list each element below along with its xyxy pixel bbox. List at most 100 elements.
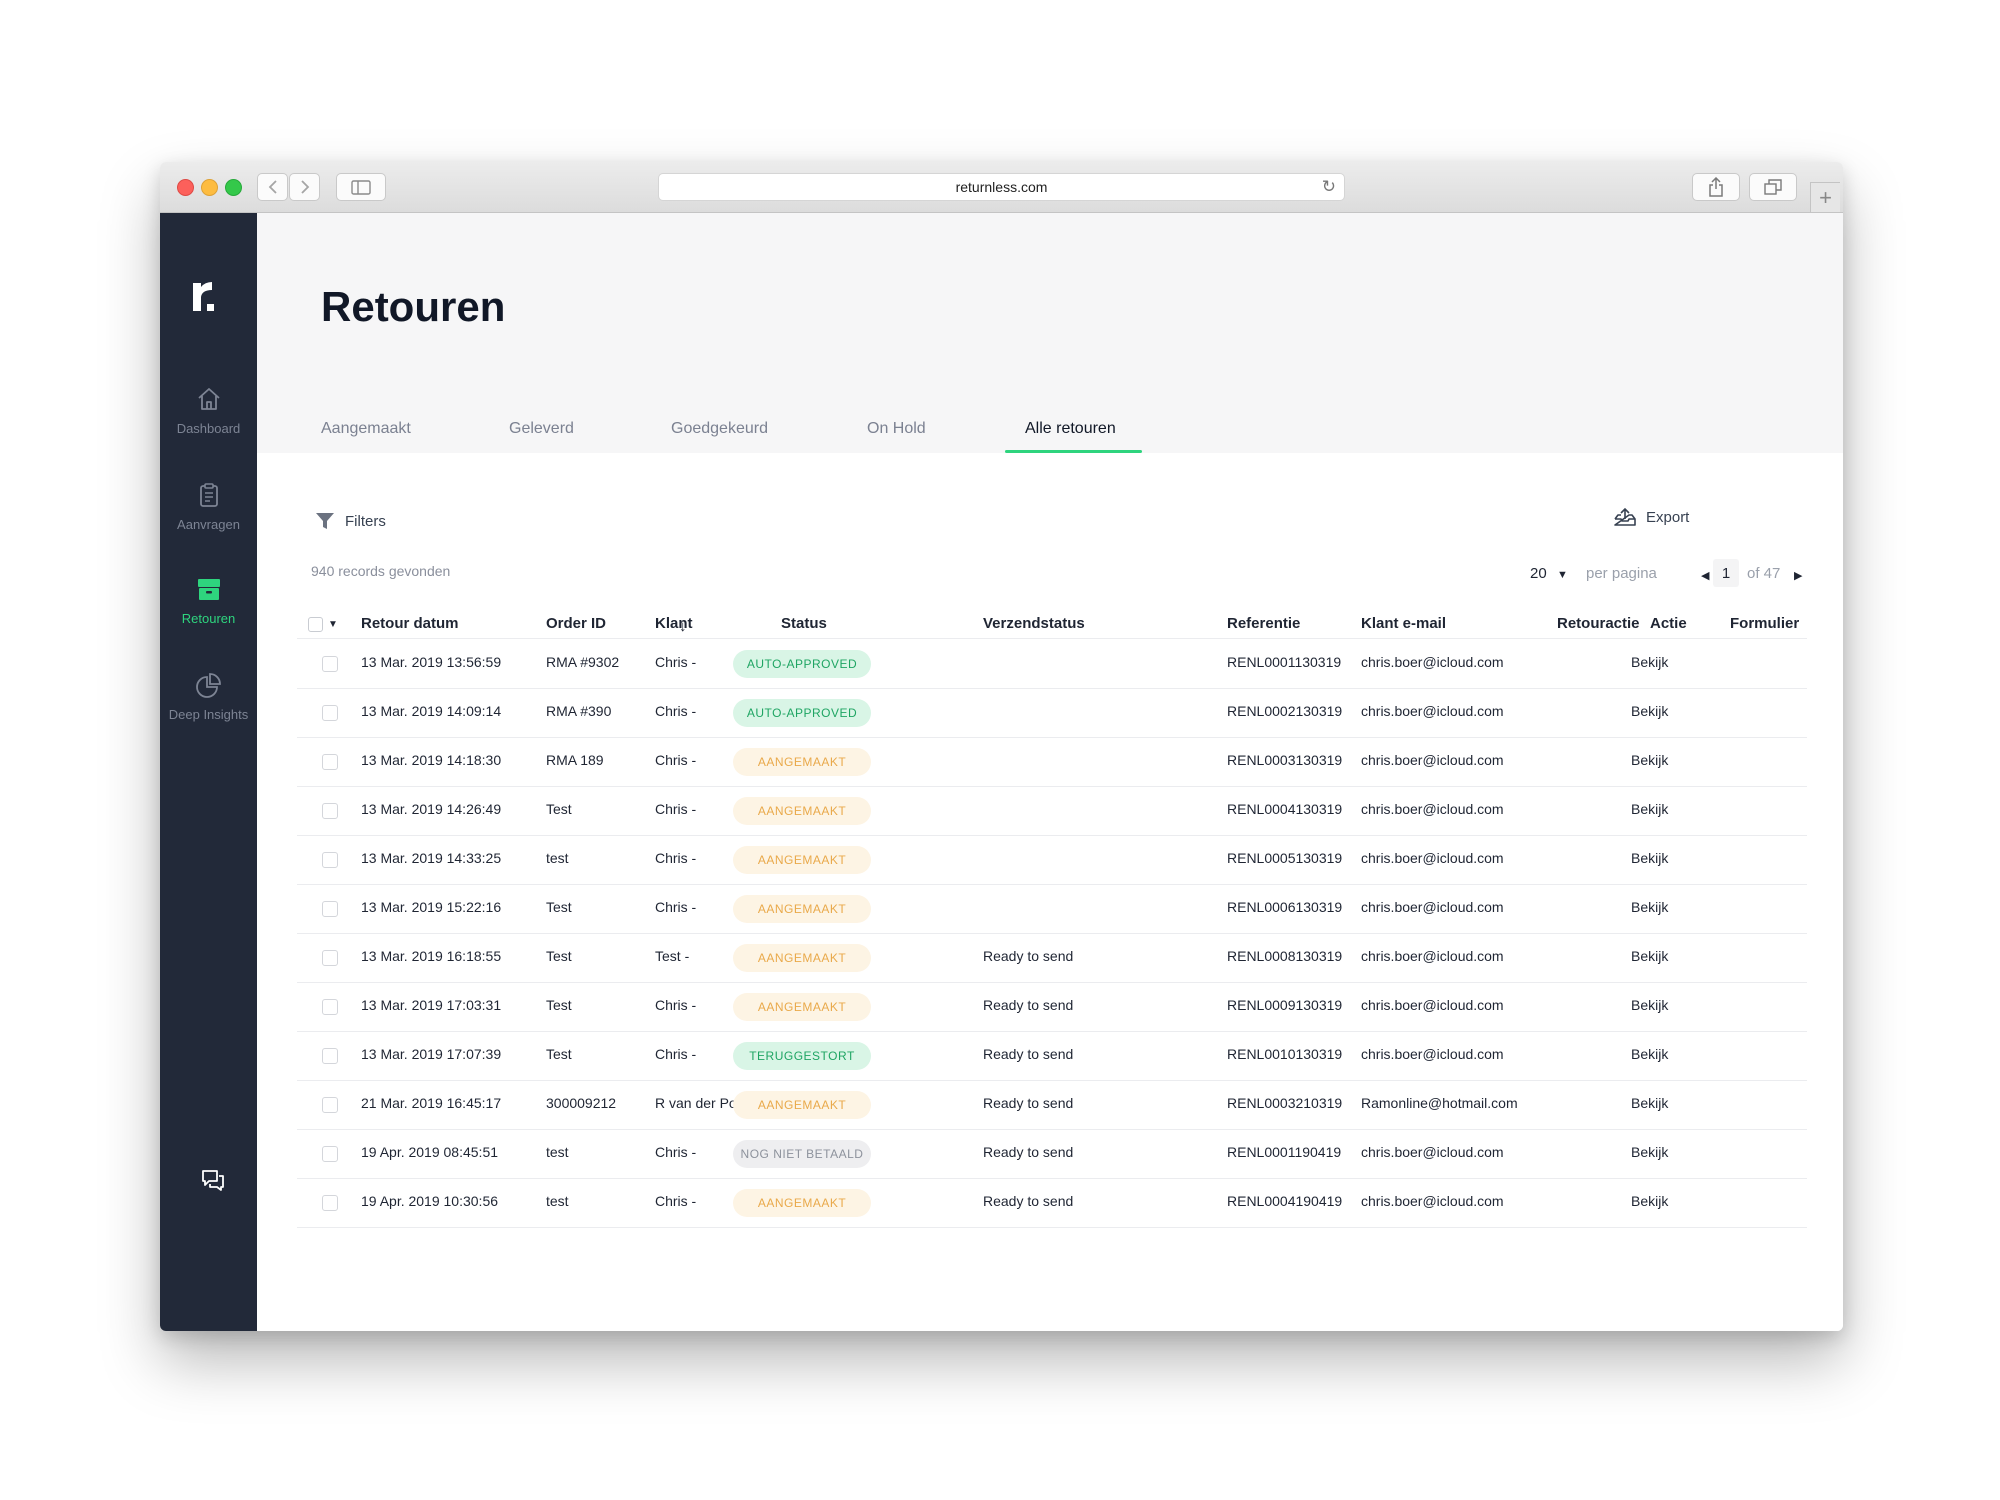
sidebar-item-label: Deep Insights <box>168 707 249 722</box>
tab-geleverd[interactable]: Geleverd <box>509 420 574 438</box>
row-checkbox[interactable] <box>322 950 338 966</box>
page-total: of 47 <box>1747 565 1781 582</box>
current-page-input[interactable]: 1 <box>1713 559 1739 587</box>
table-row[interactable]: 13 Mar. 2019 14:26:49 Test Chris - RENL0004… <box>297 786 1807 836</box>
sidebar-item-dashboard[interactable]: Dashboard <box>160 385 257 436</box>
table-row[interactable]: 13 Mar. 2019 17:07:39 Test Chris - Ready to… <box>297 1031 1807 1081</box>
cell-shipping-status: Ready to send <box>983 1193 1074 1209</box>
row-checkbox[interactable] <box>322 803 338 819</box>
table-row[interactable]: 13 Mar. 2019 13:56:59 RMA #9302 Chris - REN… <box>297 639 1807 689</box>
column-header-email[interactable]: Klant e-mail <box>1361 615 1446 632</box>
column-header-form[interactable]: Formulier <box>1730 615 1799 632</box>
view-link[interactable]: Bekijk <box>1631 997 1668 1013</box>
table-row[interactable]: 13 Mar. 2019 17:03:31 Test Chris - Ready to… <box>297 982 1807 1032</box>
column-header-order[interactable]: Order ID <box>546 615 606 632</box>
export-label: Export <box>1646 508 1690 526</box>
active-tab-indicator <box>1005 450 1142 453</box>
view-link[interactable]: Bekijk <box>1631 703 1668 719</box>
cell-date: 13 Mar. 2019 15:22:16 <box>361 899 502 915</box>
maximize-window-button[interactable] <box>225 179 242 196</box>
view-link[interactable]: Bekijk <box>1631 801 1668 817</box>
sidebar-item-aanvragen[interactable]: Aanvragen <box>160 481 257 532</box>
column-header-action[interactable]: Actie <box>1650 615 1687 632</box>
per-page-select[interactable]: 20 <box>1530 565 1547 582</box>
prev-page-icon[interactable]: ◀ <box>1701 569 1709 582</box>
table-row[interactable]: 13 Mar. 2019 14:33:25 test Chris - RENL0005… <box>297 835 1807 885</box>
table-row[interactable]: 21 Mar. 2019 16:45:17 300009212 R van der … <box>297 1080 1807 1130</box>
column-header-status[interactable]: Status <box>781 615 827 632</box>
row-checkbox[interactable] <box>322 901 338 917</box>
cell-reference: RENL0004190419 <box>1227 1193 1343 1209</box>
back-button[interactable] <box>257 173 288 201</box>
new-tab-button[interactable]: + <box>1810 182 1840 212</box>
tab-aangemaakt[interactable]: Aangemaakt <box>321 420 411 438</box>
cell-email: chris.boer@icloud.com <box>1361 1046 1504 1062</box>
view-link[interactable]: Bekijk <box>1631 850 1668 866</box>
cell-shipping-status: Ready to send <box>983 1046 1074 1062</box>
tab-alle-retouren[interactable]: Alle retouren <box>1025 420 1116 438</box>
view-link[interactable]: Bekijk <box>1631 948 1668 964</box>
table-row[interactable]: 13 Mar. 2019 14:09:14 RMA #390 Chris - RENL… <box>297 688 1807 738</box>
cell-email: chris.boer@icloud.com <box>1361 703 1504 719</box>
column-header-date[interactable]: Retour datum <box>361 615 459 632</box>
share-button[interactable] <box>1692 173 1740 201</box>
column-header-reference[interactable]: Referentie <box>1227 615 1300 632</box>
row-checkbox[interactable] <box>322 754 338 770</box>
row-checkbox[interactable] <box>322 1097 338 1113</box>
table-row[interactable]: 13 Mar. 2019 14:18:30 RMA 189 Chris - RENL0… <box>297 737 1807 787</box>
sidebar-item-retouren[interactable]: Retouren <box>160 575 257 626</box>
row-checkbox[interactable] <box>322 1195 338 1211</box>
cell-order-id: Test <box>546 948 572 964</box>
cell-date: 13 Mar. 2019 13:56:59 <box>361 654 502 670</box>
view-link[interactable]: Bekijk <box>1631 654 1668 670</box>
cell-date: 21 Mar. 2019 16:45:17 <box>361 1095 502 1111</box>
view-link[interactable]: Bekijk <box>1631 752 1668 768</box>
row-checkbox[interactable] <box>322 1048 338 1064</box>
row-checkbox[interactable] <box>322 656 338 672</box>
caret-down-icon[interactable]: ▼ <box>328 619 338 630</box>
column-header-return-action[interactable]: Retouractie <box>1557 615 1640 632</box>
select-all-checkbox[interactable] <box>308 617 323 632</box>
sidebar-item-deep-insights[interactable]: Deep Insights <box>160 671 257 722</box>
page-title: Retouren <box>321 283 506 330</box>
next-page-icon[interactable]: ▶ <box>1794 569 1802 582</box>
column-header-customer[interactable]: Klant <box>655 615 693 632</box>
sidebar-toggle-button[interactable] <box>336 173 386 201</box>
row-checkbox[interactable] <box>322 852 338 868</box>
address-bar[interactable]: returnless.com ↻ <box>658 173 1345 201</box>
chat-icon[interactable] <box>200 1168 226 1194</box>
view-link[interactable]: Bekijk <box>1631 1144 1668 1160</box>
status-badge: AANGEMAAKT <box>733 993 871 1021</box>
table-row[interactable]: 19 Apr. 2019 10:30:56 test Chris - Ready to… <box>297 1178 1807 1228</box>
status-badge: AANGEMAAKT <box>733 1091 871 1119</box>
minimize-window-button[interactable] <box>201 179 218 196</box>
column-header-shipping[interactable]: Verzendstatus <box>983 615 1085 632</box>
table-row[interactable]: 19 Apr. 2019 08:45:51 test Chris - Ready to… <box>297 1129 1807 1179</box>
caret-down-icon[interactable]: ▼ <box>1557 569 1568 581</box>
forward-button[interactable] <box>289 173 320 201</box>
export-button[interactable]: Export <box>1614 507 1689 527</box>
tab-on-hold[interactable]: On Hold <box>867 420 926 438</box>
table-row[interactable]: 13 Mar. 2019 15:22:16 Test Chris - RENL0006… <box>297 884 1807 934</box>
view-link[interactable]: Bekijk <box>1631 899 1668 915</box>
cell-date: 19 Apr. 2019 10:30:56 <box>361 1193 499 1209</box>
cell-email: chris.boer@icloud.com <box>1361 997 1504 1013</box>
row-checkbox[interactable] <box>322 705 338 721</box>
table-row[interactable]: 13 Mar. 2019 16:18:55 Test Test - Ready to … <box>297 933 1807 983</box>
view-link[interactable]: Bekijk <box>1631 1193 1668 1209</box>
view-link[interactable]: Bekijk <box>1631 1046 1668 1062</box>
view-link[interactable]: Bekijk <box>1631 1095 1668 1111</box>
row-checkbox[interactable] <box>322 1146 338 1162</box>
filters-button[interactable]: Filters <box>315 511 386 531</box>
cell-reference: RENL0010130319 <box>1227 1046 1343 1062</box>
tabs-overview-button[interactable] <box>1749 173 1797 201</box>
cell-order-id: RMA 189 <box>546 752 604 768</box>
returnless-logo[interactable] <box>190 277 220 317</box>
filters-label: Filters <box>345 512 386 530</box>
cell-customer: Chris - <box>655 654 697 670</box>
row-checkbox[interactable] <box>322 999 338 1015</box>
close-window-button[interactable] <box>177 179 194 196</box>
tab-goedgekeurd[interactable]: Goedgekeurd <box>671 420 768 438</box>
reload-icon[interactable]: ↻ <box>1322 177 1336 197</box>
cell-order-id: RMA #9302 <box>546 654 620 670</box>
